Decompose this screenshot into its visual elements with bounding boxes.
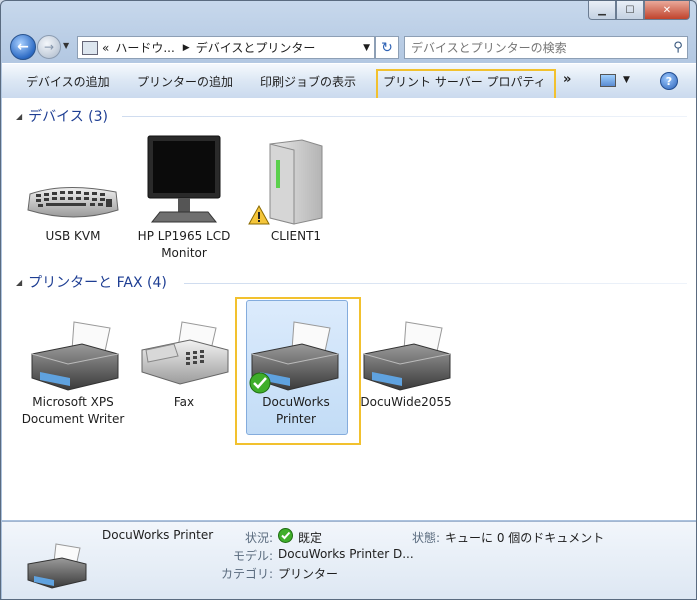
device-client1[interactable]: CLIENT1: [241, 228, 351, 245]
printer-icon: [31, 321, 119, 391]
caption-buttons: ▁ ☐ ✕: [588, 1, 690, 20]
printer-docuwide2055[interactable]: DocuWide2055: [351, 394, 461, 411]
chevron-down-icon[interactable]: ▼: [623, 75, 630, 85]
close-button[interactable]: ✕: [644, 1, 690, 20]
recent-pages-dropdown[interactable]: ▼: [63, 41, 69, 50]
group-header-printers[interactable]: ◢ プリンターと FAX (4): [16, 272, 167, 292]
group-title-devices: デバイス (3): [28, 109, 109, 125]
printer-icon: [363, 321, 451, 391]
forward-button[interactable]: →: [37, 35, 61, 59]
state-label: 状態:: [412, 531, 441, 545]
highlight-box: [235, 297, 361, 445]
items-view: ◢ デバイス (3) USB KVM HP LP1965 LCD Monitor…: [2, 98, 696, 520]
minimize-button[interactable]: ▁: [588, 1, 616, 20]
warning-icon: [248, 205, 270, 225]
arrow-left-icon: ←: [17, 39, 29, 55]
navigation-bar: ← → ▼ « ハードウ... ▶ デバイスとプリンター ▼ ↻ ⚲: [1, 29, 696, 63]
category-label: カテゴリ:: [221, 567, 274, 581]
device-label: CLIENT1: [270, 229, 322, 243]
keyboard-icon: [27, 187, 119, 218]
status-value: 既定: [298, 531, 323, 545]
fax-icon: [141, 321, 229, 385]
breadcrumb-hardware[interactable]: ハードウ...: [115, 39, 174, 56]
control-panel-icon: [82, 40, 98, 55]
collapse-triangle-icon[interactable]: ◢: [16, 112, 22, 121]
printer-microsoft-xps[interactable]: Microsoft XPS Document Writer: [18, 394, 128, 428]
change-view-icon[interactable]: [600, 74, 616, 87]
default-check-icon: [278, 528, 293, 543]
model-value: DocuWorks Printer D...: [278, 547, 414, 561]
printer-icon: [27, 543, 87, 589]
model-label: モデル:: [233, 549, 274, 563]
view-print-jobs-button[interactable]: 印刷ジョブの表示: [260, 73, 356, 90]
add-device-button[interactable]: デバイスの追加: [26, 73, 110, 90]
help-button[interactable]: ?: [660, 72, 678, 90]
status-label: 状況:: [245, 531, 274, 545]
group-divider: [184, 283, 687, 284]
device-hp-monitor[interactable]: HP LP1965 LCD Monitor: [129, 228, 239, 262]
device-label: USB KVM: [45, 229, 101, 243]
command-bar: デバイスの追加 プリンターの追加 印刷ジョブの表示 プリント サーバー プロパテ…: [2, 63, 696, 101]
group-title-printers: プリンターと FAX (4): [28, 275, 167, 291]
print-server-properties-button[interactable]: プリント サーバー プロパティ: [383, 73, 546, 90]
more-commands-button[interactable]: »: [563, 72, 571, 87]
address-bar[interactable]: « ハードウ... ▶ デバイスとプリンター ▼: [77, 36, 375, 59]
refresh-button[interactable]: ↻: [375, 36, 399, 59]
breadcrumb-devices-printers[interactable]: デバイスとプリンター: [196, 39, 316, 56]
device-usb-kvm[interactable]: USB KVM: [18, 228, 128, 245]
details-name: DocuWorks Printer: [102, 528, 214, 542]
search-input[interactable]: [405, 39, 669, 56]
search-box[interactable]: ⚲: [404, 36, 688, 59]
explorer-window: ▁ ☐ ✕ ← → ▼ « ハードウ... ▶ デバイスとプリンター ▼ ↻ ⚲…: [0, 0, 697, 600]
collapse-triangle-icon[interactable]: ◢: [16, 278, 22, 287]
printer-fax[interactable]: Fax: [129, 394, 239, 411]
address-prefix[interactable]: «: [102, 41, 109, 55]
printer-label: DocuWide2055: [360, 395, 452, 409]
chevron-down-icon[interactable]: ▼: [363, 43, 370, 53]
add-printer-button[interactable]: プリンターの追加: [137, 73, 233, 90]
details-pane: DocuWorks Printer 状況: 既定 状態: キューに 0 個のドキ…: [2, 521, 696, 599]
printer-label: Fax: [173, 395, 195, 409]
breadcrumb-separator-icon[interactable]: ▶: [183, 43, 190, 53]
search-icon[interactable]: ⚲: [669, 40, 687, 55]
group-divider: [122, 116, 687, 117]
printer-label: Microsoft XPS Document Writer: [21, 395, 125, 426]
monitor-icon: [147, 135, 221, 223]
state-value: キューに 0 個のドキュメント: [445, 531, 605, 545]
maximize-button[interactable]: ☐: [616, 1, 644, 20]
device-label: HP LP1965 LCD Monitor: [137, 229, 231, 260]
arrow-right-icon: →: [43, 40, 55, 54]
back-button[interactable]: ←: [10, 34, 36, 60]
refresh-icon: ↻: [381, 39, 393, 56]
category-value: プリンター: [278, 567, 339, 581]
group-header-devices[interactable]: ◢ デバイス (3): [16, 106, 108, 126]
